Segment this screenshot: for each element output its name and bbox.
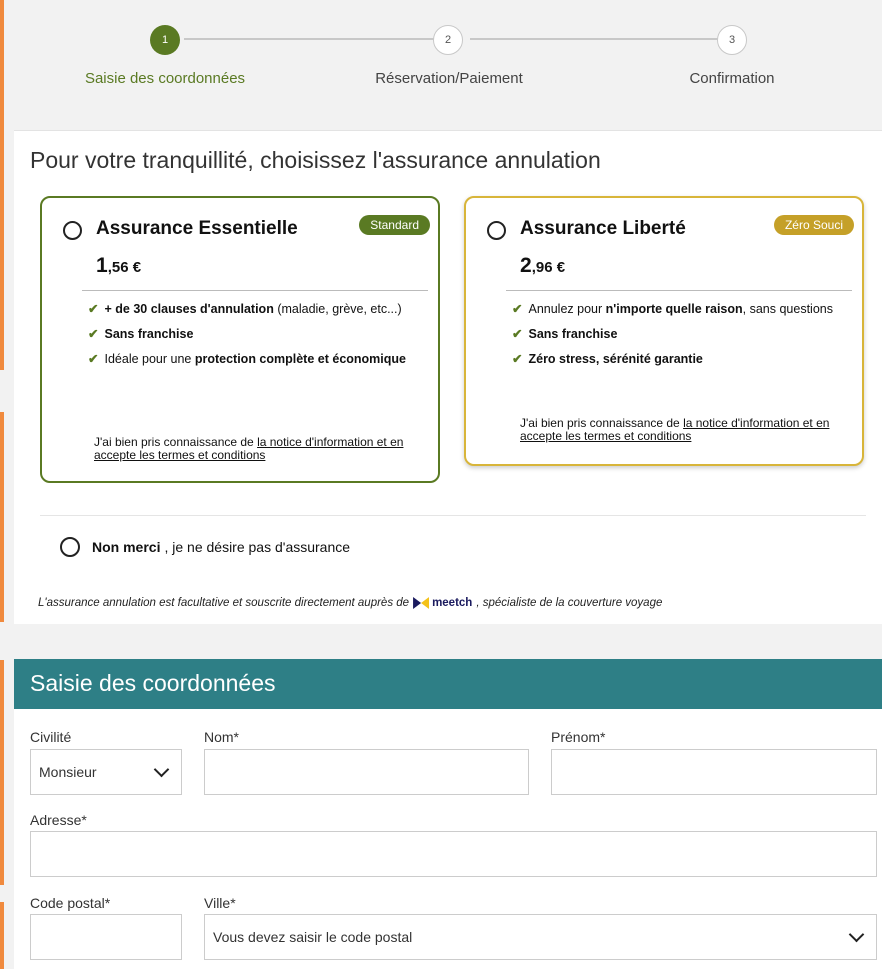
feature-item: ✔ Idéale pour une protection complète et … — [88, 352, 406, 366]
step-3-indicator: 3 — [717, 25, 747, 55]
legal-text: L'assurance annulation est facultative e… — [38, 597, 410, 609]
meetch-logo: meetch — [413, 597, 472, 609]
feature-item: ✔ + de 30 clauses d'annulation (maladie, … — [88, 302, 402, 316]
civilite-select[interactable]: Monsieur — [30, 749, 182, 795]
feature-item: ✔ Annulez pour n'importe quelle raison, s… — [512, 302, 833, 316]
left-accent-strip — [0, 0, 4, 370]
no-insurance-label-bold: Non merci — [92, 539, 161, 555]
left-accent-strip — [0, 660, 4, 885]
step-connector — [470, 38, 730, 40]
essentielle-price: 1,56 € — [96, 254, 142, 277]
zero-souci-badge: Zéro Souci — [773, 215, 854, 235]
liberte-name: Assurance Liberté — [520, 218, 686, 239]
insurance-liberte-card[interactable]: Assurance Liberté Zéro Souci 2,96 € ✔ Ann… — [464, 196, 864, 466]
divider — [40, 515, 866, 516]
feature-item: ✔ Zéro stress, sérénité garantie — [512, 352, 703, 366]
prenom-input[interactable] — [551, 749, 877, 795]
chevron-down-icon — [153, 761, 170, 778]
civilite-value: Monsieur — [39, 764, 97, 780]
insurance-panel: Pour votre tranquillité, choisissez l'as… — [14, 130, 882, 624]
prenom-label: Prénom* — [551, 729, 606, 745]
check-icon: ✔ — [88, 352, 99, 366]
insurance-title: Pour votre tranquillité, choisissez l'as… — [30, 147, 601, 173]
no-insurance-option[interactable]: Non merci, je ne désire pas d'assurance — [60, 537, 350, 557]
check-icon: ✔ — [512, 352, 523, 366]
liberte-notice: J'ai bien pris connaissance de la notice… — [520, 416, 830, 443]
feature-item: ✔ Sans franchise — [512, 327, 618, 341]
insurance-essentielle-card[interactable]: Assurance Essentielle Standard 1,56 € ✔ +… — [40, 196, 440, 483]
left-accent-strip — [0, 412, 4, 622]
essentielle-name: Assurance Essentielle — [96, 218, 298, 239]
coordinates-header: Saisie des coordonnées — [14, 659, 882, 709]
left-accent-strip — [0, 902, 4, 969]
liberte-price: 2,96 € — [520, 254, 566, 277]
code-postal-input[interactable] — [30, 914, 182, 960]
coordinates-panel: Saisie des coordonnées Civilité Monsieur… — [14, 659, 882, 969]
check-icon: ✔ — [512, 302, 523, 316]
no-insurance-label: , je ne désire pas d'assurance — [164, 539, 351, 555]
liberte-features: ✔ Annulez pour n'importe quelle raison, s… — [506, 301, 846, 376]
step-3-label: Confirmation — [689, 70, 775, 87]
liberte-radio[interactable] — [487, 221, 506, 240]
card-divider — [506, 290, 852, 291]
step-connector — [184, 38, 446, 40]
adresse-label: Adresse* — [30, 812, 87, 828]
step-2-label: Réservation/Paiement — [375, 70, 523, 87]
adresse-input[interactable] — [30, 831, 877, 877]
legal-note: L'assurance annulation est facultative e… — [38, 597, 662, 609]
code-postal-label: Code postal* — [30, 895, 111, 911]
step-1-label: Saisie des coordonnées — [84, 70, 246, 87]
card-divider — [82, 290, 428, 291]
civilite-label: Civilité — [30, 729, 72, 745]
check-icon: ✔ — [512, 327, 523, 341]
essentielle-notice: J'ai bien pris connaissance de la notice… — [94, 435, 404, 462]
no-insurance-radio[interactable] — [60, 537, 80, 557]
ville-placeholder: Vous devez saisir le code postal — [213, 929, 413, 945]
feature-item: ✔ Sans franchise — [88, 327, 194, 341]
chevron-down-icon — [848, 926, 865, 943]
standard-badge: Standard — [359, 215, 430, 235]
nom-input[interactable] — [204, 749, 529, 795]
check-icon: ✔ — [88, 302, 99, 316]
check-icon: ✔ — [88, 327, 99, 341]
legal-text-end: , spécialiste de la couverture voyage — [476, 597, 663, 609]
progress-stepper: 1 2 3 Saisie des coordonnées Réservation… — [14, 0, 882, 128]
step-1-indicator: 1 — [150, 25, 180, 55]
ville-select[interactable]: Vous devez saisir le code postal — [204, 914, 877, 960]
nom-label: Nom* — [204, 729, 240, 745]
essentielle-radio[interactable] — [63, 221, 82, 240]
ville-label: Ville* — [204, 895, 236, 911]
essentielle-features: ✔ + de 30 clauses d'annulation (maladie, … — [82, 301, 422, 376]
step-2-indicator: 2 — [433, 25, 463, 55]
